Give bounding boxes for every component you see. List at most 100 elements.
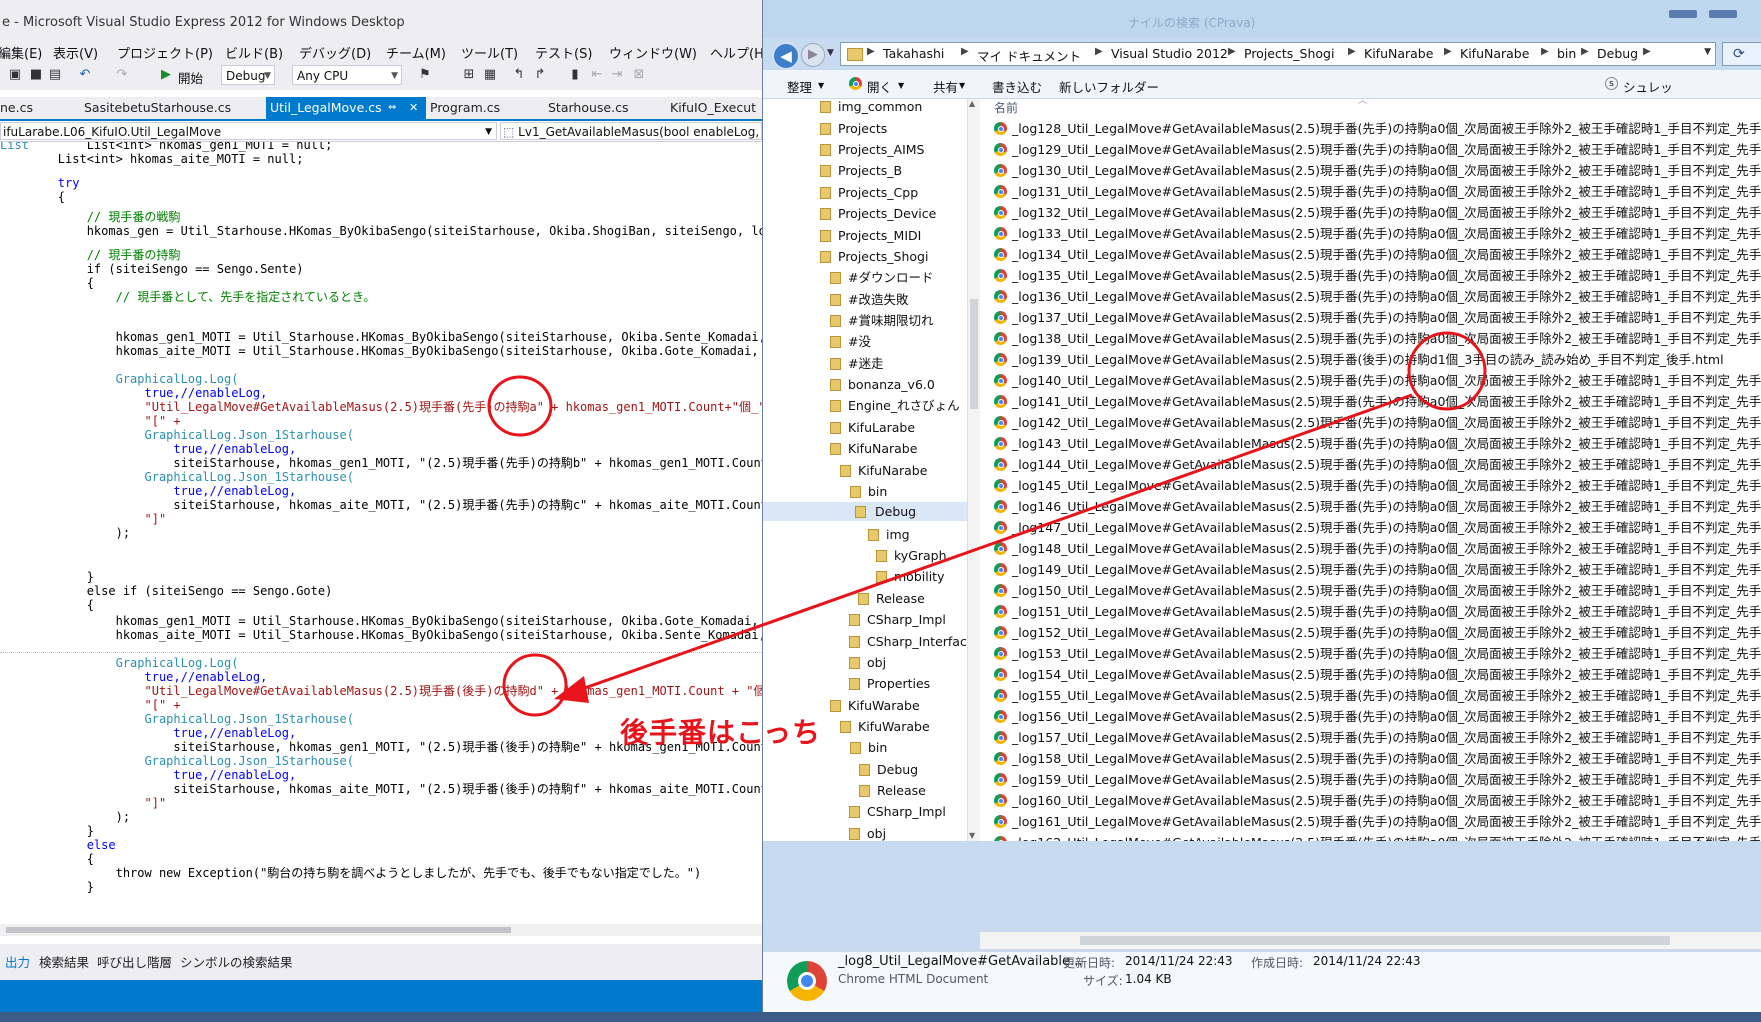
refresh-icon[interactable]: ⟳ xyxy=(1722,42,1761,66)
layout-icon[interactable]: ▦ xyxy=(483,68,497,82)
code-line: "[" + xyxy=(0,414,181,428)
type-dropdown[interactable]: ifuLarabe.L06_KifuIO.Util_LegalMove ▼ xyxy=(0,122,497,140)
shredder-button[interactable]: シュレッ xyxy=(1623,77,1673,96)
folder-icon xyxy=(830,358,841,370)
comment-icon[interactable]: ↰ xyxy=(512,68,526,82)
address-bar[interactable]: ▶ Takahashi ▶ マイ ドキュメント ▶ Visual Studio … xyxy=(840,42,1716,66)
recent-pages-icon[interactable]: ▼ xyxy=(827,48,834,58)
code-line: "]" xyxy=(0,796,167,810)
chevron-right-icon[interactable]: ▶ xyxy=(961,46,969,57)
scroll-down-icon[interactable]: ▼ xyxy=(969,831,975,840)
tab-find-results[interactable]: 検索結果 xyxy=(39,952,89,971)
breadcrumb-kifunarabe[interactable]: KifuNarabe xyxy=(1364,46,1433,61)
column-header-name[interactable]: 名前 xyxy=(994,99,1018,116)
breadcrumb-takahashi[interactable]: Takahashi xyxy=(883,46,944,61)
menu-team[interactable]: チーム(M) xyxy=(386,43,446,62)
chevron-right-icon[interactable]: ▶ xyxy=(1228,46,1236,57)
breadcrumb-debug[interactable]: Debug xyxy=(1597,46,1638,61)
code-editor[interactable]: List List<int> hkomas_gen1_MOTI = null; … xyxy=(0,142,762,920)
menu-edit[interactable]: 編集(E) xyxy=(0,43,42,62)
organize-button[interactable]: 整理 xyxy=(787,77,812,96)
tab-symbol-results[interactable]: シンボルの検索結果 xyxy=(180,952,293,971)
chevron-right-icon[interactable]: ▶ xyxy=(1444,46,1452,57)
bookmark-icon[interactable]: ⊞ xyxy=(462,68,476,82)
tab-program-cs[interactable]: Program.cs xyxy=(426,97,526,119)
tab-util-legalmove[interactable]: Util_LegalMove.cs ⇔ ✕ xyxy=(266,97,426,119)
prev-bookmark-icon[interactable]: ⇤ xyxy=(590,68,604,82)
chevron-down-icon: ▼ xyxy=(959,81,966,90)
start-button[interactable]: 開始 xyxy=(178,68,203,87)
size-label: サイズ: xyxy=(1083,974,1123,988)
new-project-icon[interactable]: ▣ xyxy=(8,68,22,82)
back-arrow-icon[interactable]: ◀ xyxy=(772,42,800,70)
file-list-horizontal-scrollbar[interactable] xyxy=(980,932,1761,949)
clear-bookmarks-icon[interactable]: ⊠ xyxy=(632,68,646,82)
open-button[interactable]: 開く xyxy=(867,77,892,96)
forward-arrow-icon[interactable]: ▶ xyxy=(801,43,825,67)
scroll-up-icon[interactable]: ▲ xyxy=(969,99,975,108)
pin-icon[interactable]: ⇔ xyxy=(388,97,396,119)
close-icon[interactable]: ✕ xyxy=(409,97,418,119)
menu-help[interactable]: ヘルプ(H) xyxy=(710,43,769,62)
menu-window[interactable]: ウィンドウ(W) xyxy=(609,43,697,62)
breadcrumb-kifunarabe-2[interactable]: KifuNarabe xyxy=(1460,46,1529,61)
chevron-right-icon[interactable]: ▶ xyxy=(1581,46,1589,57)
menu-test[interactable]: テスト(S) xyxy=(535,43,592,62)
code-line: true,//enableLog, xyxy=(0,484,297,498)
new-folder-button[interactable]: 新しいフォルダー xyxy=(1059,77,1159,96)
maximize-button[interactable] xyxy=(1709,10,1737,18)
chevron-right-icon[interactable]: ▶ xyxy=(1348,46,1356,57)
menu-view[interactable]: 表示(V) xyxy=(53,43,98,62)
save-icon[interactable]: ■ xyxy=(29,68,43,82)
save-all-icon[interactable]: ▤ xyxy=(48,68,62,82)
bookmark-toggle-icon[interactable]: ▮ xyxy=(568,68,582,82)
minimize-button[interactable] xyxy=(1669,10,1697,18)
chevron-right-icon[interactable]: ▶ xyxy=(867,46,875,57)
file-name: _log147_Util_LegalMove#GetAvailableMasus… xyxy=(1012,520,1761,535)
breadcrumb-my-documents[interactable]: マイ ドキュメント xyxy=(977,46,1081,65)
chevron-right-icon[interactable]: ▶ xyxy=(1541,46,1549,57)
chevron-right-icon[interactable]: ▶ xyxy=(1095,46,1103,57)
tree-item-selected[interactable]: Debug xyxy=(763,502,967,521)
vs-menu-bar: 編集(E) 表示(V) プロジェクト(P) ビルド(B) デバッグ(D) チーム… xyxy=(0,40,769,62)
chevron-down-icon[interactable]: ▼ xyxy=(1704,47,1711,57)
code-horizontal-scrollbar[interactable] xyxy=(0,924,762,936)
menu-build[interactable]: ビルド(B) xyxy=(225,43,283,62)
breadcrumb-bin[interactable]: bin xyxy=(1557,46,1576,61)
solution-config-dropdown[interactable]: Debug ▼ xyxy=(221,65,275,85)
next-bookmark-icon[interactable]: ⇥ xyxy=(610,68,624,82)
burn-button[interactable]: 書き込む xyxy=(992,77,1042,96)
undo-icon[interactable]: ↶ xyxy=(78,68,92,82)
chevron-right-icon[interactable]: ▶ xyxy=(1643,46,1651,57)
breadcrumb-visual-studio[interactable]: Visual Studio 2012 xyxy=(1111,46,1228,61)
breadcrumb-projects-shogi[interactable]: Projects_Shogi xyxy=(1244,46,1334,61)
tree-scrollbar[interactable]: ▲ ▼ xyxy=(967,99,980,841)
code-line: siteiStarhouse, hkomas_gen1_MOTI, "(2.5)… xyxy=(0,456,762,470)
redo-icon[interactable]: ↷ xyxy=(115,68,129,82)
menu-project[interactable]: プロジェクト(P) xyxy=(117,43,213,62)
member-dropdown[interactable]: ⬚ Lv1_GetAvailableMasus(bool enableLog, … xyxy=(500,122,762,140)
tab-starhouse-cs[interactable]: Starhouse.cs xyxy=(544,97,654,119)
scrollbar-thumb[interactable] xyxy=(970,299,978,409)
file-list[interactable]: ︿ 名前 _log128_Util_LegalMove#GetAvailable… xyxy=(980,99,1761,841)
config-value: Debug xyxy=(226,69,266,83)
start-icon[interactable]: ▶ xyxy=(159,68,173,82)
folder-icon xyxy=(858,593,869,605)
tab-output[interactable]: 出力 xyxy=(5,952,30,971)
faded-window-title: ナイルの検索 (CPrava) xyxy=(1128,16,1256,30)
share-button[interactable]: 共有 xyxy=(933,77,958,96)
tab-kifuio-execut[interactable]: KifuIO_Execut xyxy=(666,97,762,119)
menu-tools[interactable]: ツール(T) xyxy=(461,43,518,62)
scrollbar-thumb[interactable] xyxy=(1080,936,1670,945)
find-icon[interactable]: ⚑ xyxy=(418,68,432,82)
platform-dropdown[interactable]: Any CPU ▼ xyxy=(292,65,402,85)
uncomment-icon[interactable]: ↱ xyxy=(533,68,547,82)
tab-call-hierarchy[interactable]: 呼び出し階層 xyxy=(97,952,172,971)
tab-ne-cs[interactable]: ne.cs xyxy=(0,97,76,119)
menu-debug[interactable]: デバッグ(D) xyxy=(299,43,371,62)
scrollbar-thumb[interactable] xyxy=(6,927,511,933)
chrome-icon xyxy=(994,206,1007,219)
chrome-icon xyxy=(994,395,1007,408)
code-line: { xyxy=(0,598,94,612)
tab-sasitebetu-starhouse[interactable]: SasitebetuStarhouse.cs xyxy=(80,97,255,119)
